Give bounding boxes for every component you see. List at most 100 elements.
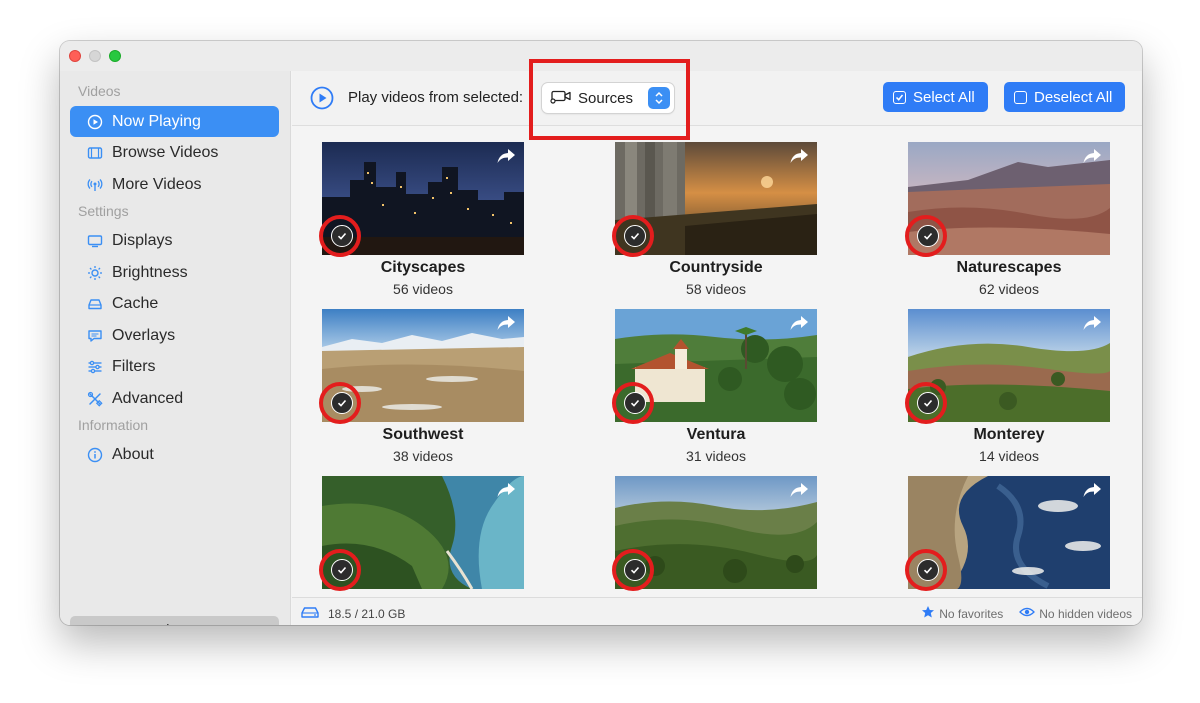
sidebar-section-videos: Videos — [78, 83, 121, 99]
checkmark-icon[interactable] — [624, 559, 646, 581]
sidebar-item-label: Now Playing — [112, 112, 201, 130]
star-icon — [921, 605, 935, 622]
tile-title: Countryside — [669, 259, 763, 276]
tile-count: 31 videos — [686, 448, 746, 464]
eye-icon — [1019, 606, 1036, 621]
window-zoom-button[interactable] — [109, 50, 121, 62]
play-circle-icon — [86, 113, 104, 131]
select-all-button[interactable]: Select All — [883, 82, 988, 112]
toolbar: Play videos from selected: Sources Selec… — [292, 59, 1142, 140]
sidebar-item-label: Displays — [112, 231, 173, 249]
source-tile-cityscapes[interactable]: Cityscapes 56 videos — [319, 142, 524, 302]
storage-status: 18.5 / 21.0 GB — [300, 605, 405, 622]
video-source-grid: Cityscapes 56 videos Countryside 58 vide… — [292, 127, 1142, 597]
source-tile-southwest[interactable]: Southwest 38 videos — [319, 309, 524, 469]
checkmark-icon[interactable] — [331, 225, 353, 247]
source-tile-coast[interactable] — [319, 476, 524, 597]
tile-title: Cityscapes — [380, 259, 466, 276]
checkmark-icon[interactable] — [331, 392, 353, 414]
sidebar-section-settings: Settings — [78, 203, 129, 219]
checkmark-icon[interactable] — [917, 225, 939, 247]
tile-count: 14 videos — [979, 448, 1039, 464]
close-button[interactable]: Close — [70, 616, 279, 625]
hidden-videos-label: No hidden videos — [1039, 606, 1132, 621]
info-icon — [86, 446, 104, 464]
checkmark-icon[interactable] — [917, 392, 939, 414]
storage-usage: 18.5 / 21.0 GB — [328, 606, 406, 621]
checkbox-checked-icon — [893, 90, 906, 104]
checkmark-icon[interactable] — [624, 392, 646, 414]
sidebar-item-label: Filters — [112, 357, 156, 375]
sidebar-item-displays[interactable]: Displays — [70, 225, 279, 256]
checkbox-empty-icon — [1014, 90, 1027, 104]
tile-count: 38 videos — [393, 448, 453, 464]
share-arrow-icon[interactable] — [1080, 146, 1104, 166]
sidebar-item-label: Brightness — [112, 263, 188, 281]
tile-title: Ventura — [686, 426, 746, 443]
deselect-all-button[interactable]: Deselect All — [1004, 82, 1125, 112]
app-window: Videos Now Playing Browse Videos More Vi… — [60, 41, 1142, 625]
share-arrow-icon[interactable] — [494, 480, 518, 500]
hidden-videos-status[interactable]: No hidden videos — [1015, 606, 1132, 621]
tile-count: 58 videos — [686, 281, 746, 297]
antenna-icon — [86, 176, 104, 194]
source-tile-aerial[interactable] — [905, 476, 1110, 597]
sidebar-item-browse-videos[interactable]: Browse Videos — [70, 137, 279, 168]
favorites-status[interactable]: No favorites — [917, 605, 1003, 622]
status-right: No favorites No hidden videos — [905, 605, 1132, 622]
sidebar-item-overlays[interactable]: Overlays — [70, 320, 279, 351]
source-tile-countryside[interactable]: Countryside 58 videos — [612, 142, 817, 302]
sidebar: Videos Now Playing Browse Videos More Vi… — [60, 71, 291, 625]
sidebar-item-label: Overlays — [112, 326, 176, 344]
sliders-icon — [86, 358, 104, 376]
window-minimize-button[interactable] — [89, 50, 101, 62]
status-bar: 18.5 / 21.0 GB No favorites No hidden vi… — [292, 597, 1142, 625]
favorites-label: No favorites — [939, 606, 1004, 621]
sidebar-item-advanced[interactable]: Advanced — [70, 383, 279, 414]
sidebar-item-about[interactable]: About — [70, 439, 279, 470]
sidebar-item-brightness[interactable]: Brightness — [70, 257, 279, 288]
checkmark-icon[interactable] — [331, 559, 353, 581]
sidebar-item-label: Browse Videos — [112, 143, 219, 161]
tile-title: Southwest — [382, 426, 464, 443]
sidebar-item-label: Cache — [112, 294, 159, 312]
display-icon — [86, 232, 104, 250]
deselect-all-label: Deselect All — [1034, 88, 1113, 106]
play-label: Play videos from selected: — [348, 89, 524, 106]
tools-icon — [86, 390, 104, 408]
source-tile-hills[interactable] — [612, 476, 817, 597]
speech-bubble-icon — [86, 327, 104, 345]
sidebar-item-cache[interactable]: Cache — [70, 288, 279, 319]
share-arrow-icon[interactable] — [494, 146, 518, 166]
share-arrow-icon[interactable] — [787, 146, 811, 166]
tile-title: Monterey — [973, 426, 1045, 443]
sidebar-item-now-playing[interactable]: Now Playing — [70, 106, 279, 137]
share-arrow-icon[interactable] — [787, 313, 811, 333]
tile-count: 56 videos — [393, 281, 453, 297]
sidebar-section-information: Information — [78, 417, 149, 433]
share-arrow-icon[interactable] — [1080, 480, 1104, 500]
share-arrow-icon[interactable] — [494, 313, 518, 333]
drive-icon — [300, 605, 320, 622]
sidebar-item-label: Advanced — [112, 389, 184, 407]
source-tile-naturescapes[interactable]: Naturescapes 62 videos — [905, 142, 1110, 302]
source-tile-monterey[interactable]: Monterey 14 videos — [905, 309, 1110, 469]
main-content: Play videos from selected: Sources Selec… — [292, 59, 1142, 625]
share-arrow-icon[interactable] — [1080, 313, 1104, 333]
sun-icon — [86, 264, 104, 282]
checkmark-icon[interactable] — [624, 225, 646, 247]
drive-icon — [86, 295, 104, 313]
play-button[interactable] — [310, 86, 334, 110]
window-close-button[interactable] — [69, 50, 81, 62]
source-tile-ventura[interactable]: Ventura 31 videos — [612, 309, 817, 469]
sidebar-item-label: More Videos — [112, 175, 202, 193]
share-arrow-icon[interactable] — [787, 480, 811, 500]
film-icon — [86, 144, 104, 162]
select-all-label: Select All — [913, 88, 975, 106]
sidebar-item-more-videos[interactable]: More Videos — [70, 169, 279, 200]
checkmark-icon[interactable] — [917, 559, 939, 581]
tile-count: 62 videos — [979, 281, 1039, 297]
sidebar-item-label: About — [112, 445, 154, 463]
tile-title: Naturescapes — [956, 259, 1062, 276]
sidebar-item-filters[interactable]: Filters — [70, 351, 279, 382]
